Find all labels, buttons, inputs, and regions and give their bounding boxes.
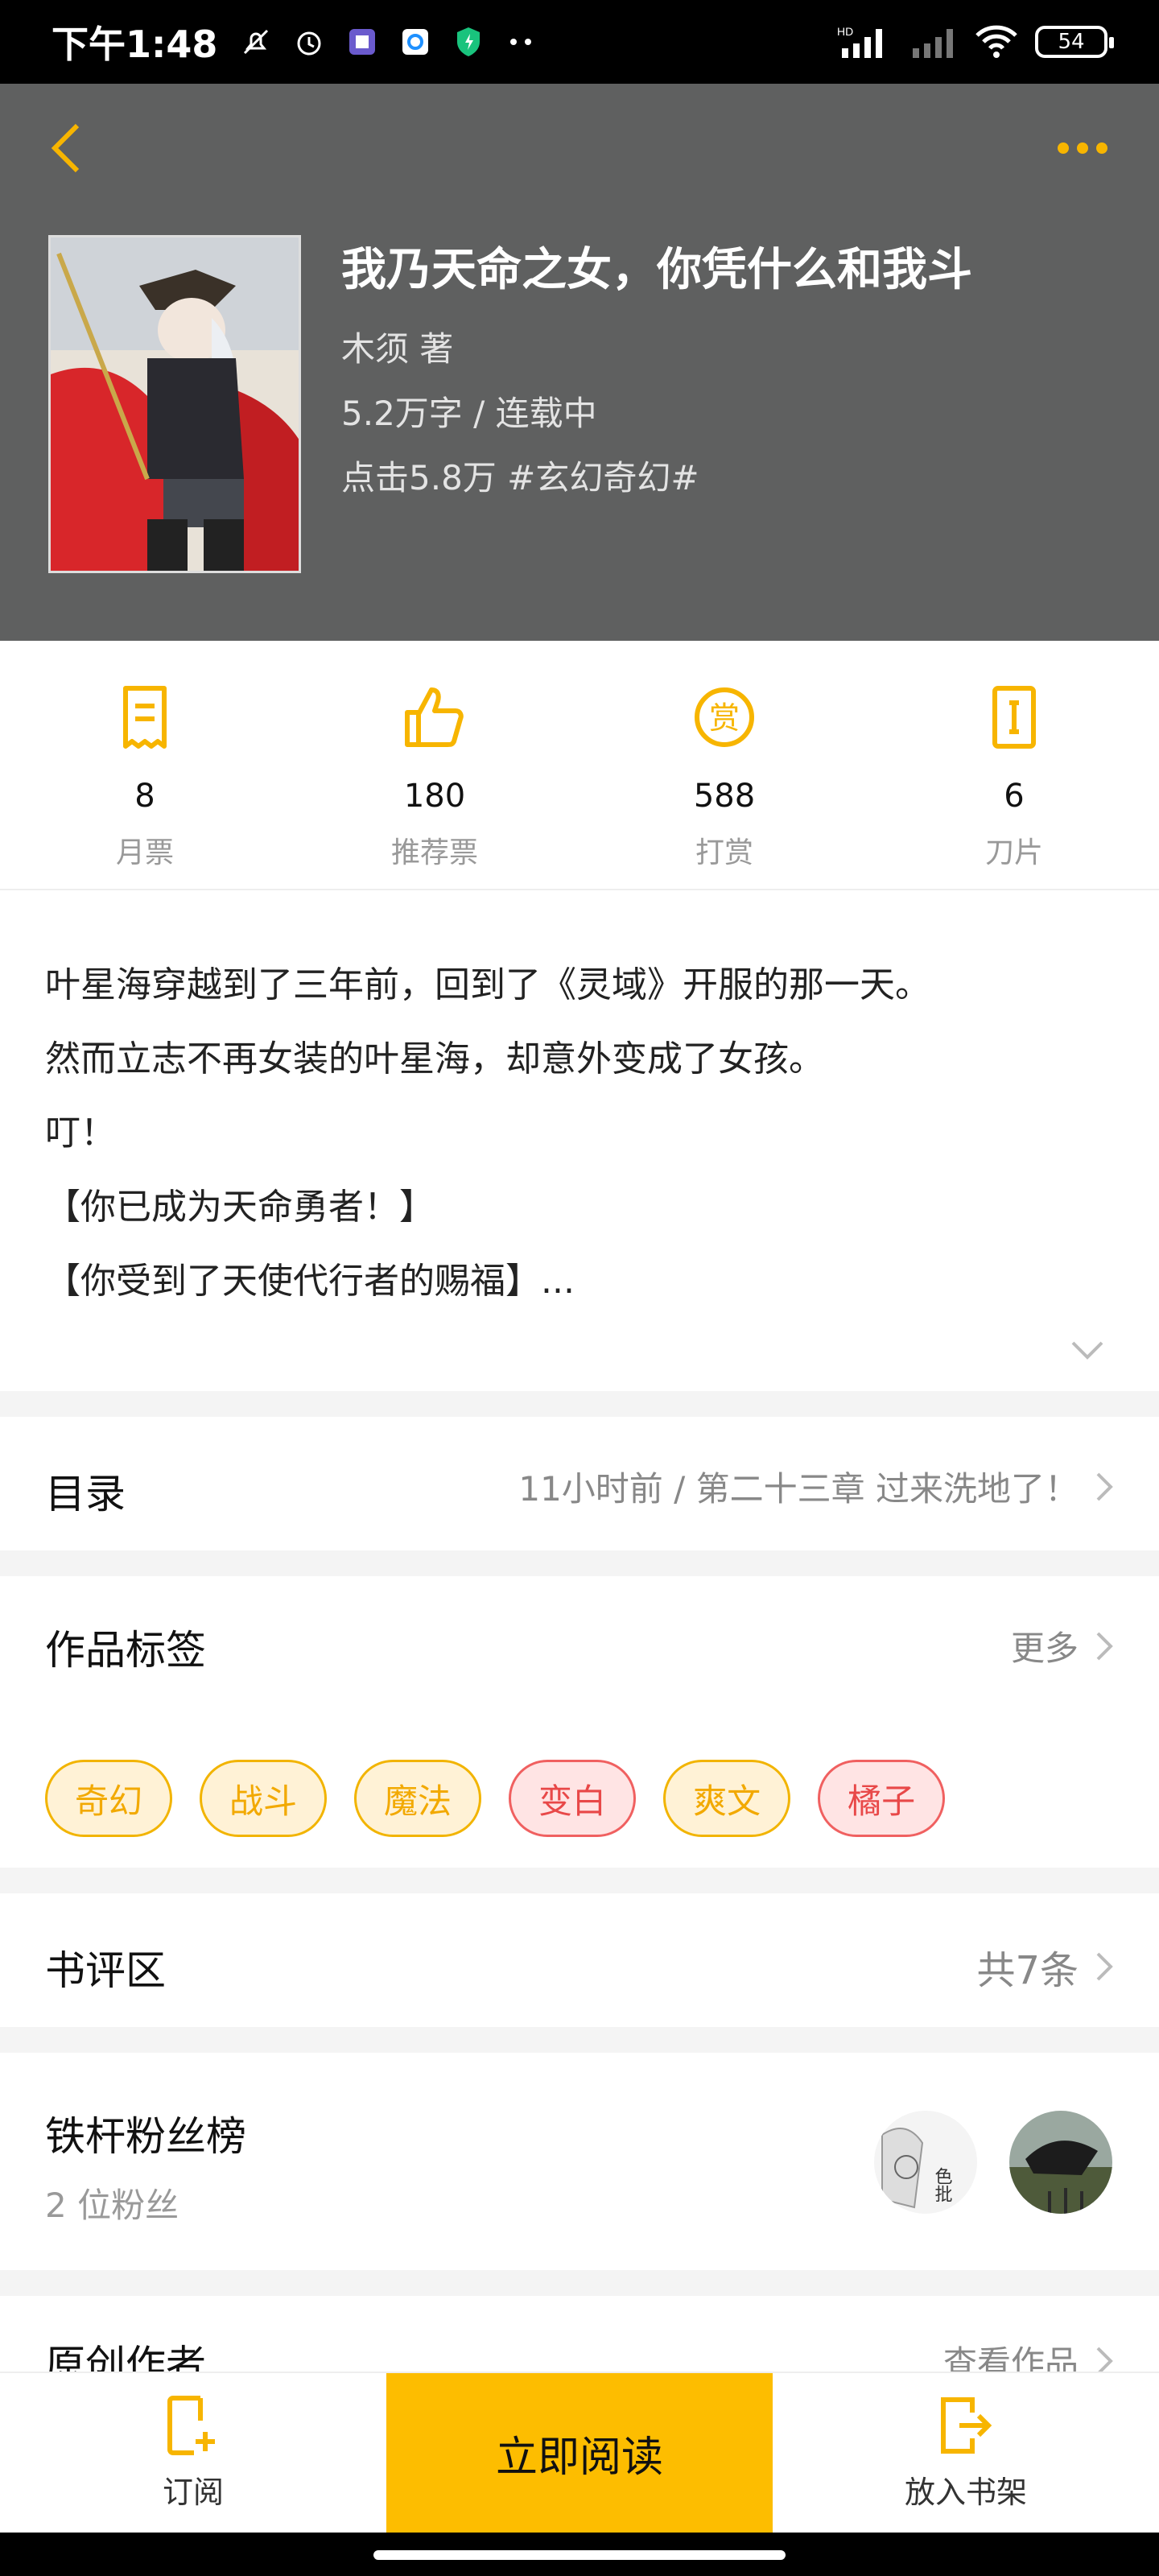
tag-chip[interactable]: 奇幻 — [45, 1760, 173, 1837]
synopsis-line: 【你已成为天命勇者！】 — [45, 1187, 435, 1228]
back-button[interactable] — [42, 116, 90, 180]
expand-chevron-icon[interactable] — [1067, 1335, 1107, 1367]
blade-icon — [978, 681, 1050, 753]
stat-value: 588 — [693, 778, 756, 815]
app-notification-icon — [398, 24, 433, 60]
status-bar: 下午1:48 HD 54 — [0, 0, 1159, 84]
avatar[interactable]: 色批 — [874, 2111, 977, 2214]
synopsis-line: 【你受到了天使代行者的赐福】... — [45, 1261, 575, 1302]
tag-chip[interactable]: 魔法 — [354, 1760, 482, 1837]
stat-value: 8 — [134, 778, 155, 815]
more-dots-icon — [1058, 142, 1069, 154]
tags-title: 作品标签 — [45, 1627, 206, 1674]
fans-count: 2 位粉丝 — [45, 2186, 179, 2225]
review-section-row[interactable]: 书评区 共7条 — [0, 1893, 1159, 2027]
stat-monthly-ticket[interactable]: 8 月票 — [0, 641, 290, 889]
add-shelf-icon — [941, 2396, 992, 2454]
signal-icon: HD — [837, 24, 893, 60]
subscribe-button[interactable]: 订阅 — [0, 2373, 386, 2533]
toc-title: 目录 — [45, 1471, 126, 1517]
tags-section: 作品标签 更多 奇幻 战斗 魔法 变白 爽文 橘子 — [0, 1576, 1159, 1868]
review-title: 书评区 — [45, 1947, 166, 1994]
book-header: 我乃天命之女，你凭什么和我斗 木须 著 5.2万字 / 连载中 点击5.8万 #… — [0, 84, 1159, 641]
stat-recommend-ticket[interactable]: 180 推荐票 — [290, 641, 580, 889]
tag-list: 奇幻 战斗 魔法 变白 爽文 橘子 — [45, 1760, 946, 1837]
latest-chapter: 11小时前 / 第二十三章 过来洗地了！ — [518, 1469, 1079, 1509]
svg-text:HD: HD — [837, 25, 853, 38]
tags-more-link[interactable]: 更多 — [1011, 1621, 1114, 1670]
read-now-button[interactable]: 立即阅读 — [386, 2373, 773, 2533]
fans-ranking-row[interactable]: 铁杆粉丝榜 2 位粉丝 色批 — [0, 2053, 1159, 2270]
synopsis-line: 叮！ — [45, 1113, 116, 1154]
battery-indicator: 54 — [1035, 26, 1114, 58]
fans-title: 铁杆粉丝榜 — [45, 2113, 246, 2160]
reward-icon: 赏 — [688, 681, 761, 753]
chevron-right-icon — [1095, 1951, 1114, 1983]
system-nav-bar — [0, 2533, 1159, 2576]
signal-weak-icon — [909, 24, 958, 60]
review-count: 共7条 — [976, 1948, 1079, 1993]
avatar[interactable] — [1009, 2111, 1112, 2214]
alarm-icon — [291, 24, 327, 60]
book-title: 我乃天命之女，你凭什么和我斗 — [341, 244, 972, 296]
book-word-count: 5.2万字 / 连载中 — [341, 394, 597, 433]
thumbs-up-icon — [398, 681, 471, 753]
book-cover[interactable] — [48, 235, 301, 573]
app-notification-icon — [344, 24, 380, 60]
book-author[interactable]: 木须 著 — [341, 322, 453, 371]
subscribe-label: 订阅 — [162, 2474, 224, 2510]
stat-value: 180 — [403, 778, 466, 815]
stat-reward[interactable]: 赏 588 打赏 — [580, 641, 869, 889]
tag-chip[interactable]: 变白 — [509, 1760, 637, 1837]
stats-bar: 8 月票 180 推荐票 赏 588 打赏 6 刀片 — [0, 641, 1159, 890]
shield-icon — [451, 24, 486, 60]
tag-chip[interactable]: 橘子 — [818, 1760, 946, 1837]
svg-text:赏: 赏 — [709, 700, 740, 736]
tag-chip[interactable]: 爽文 — [663, 1760, 791, 1837]
more-options-button[interactable] — [1046, 124, 1119, 172]
ticket-icon — [109, 681, 181, 753]
synopsis-line: 然而立志不再女装的叶星海，却意外变成了女孩。 — [45, 1038, 824, 1080]
synopsis-line: 叶星海穿越到了三年前，回到了《灵域》开服的那一天。 — [45, 964, 930, 1005]
stat-value: 6 — [1004, 778, 1025, 815]
more-label: 更多 — [1010, 1629, 1079, 1668]
overflow-dots-icon — [504, 24, 539, 60]
subscribe-icon — [167, 2395, 215, 2455]
stat-label: 刀片 — [984, 836, 1043, 869]
synopsis[interactable]: 叶星海穿越到了三年前，回到了《灵域》开服的那一天。 然而立志不再女装的叶星海，却… — [0, 890, 1159, 1391]
add-shelf-label: 放入书架 — [904, 2474, 1027, 2510]
stat-label: 月票 — [115, 836, 174, 869]
table-of-contents-row[interactable]: 目录 11小时前 / 第二十三章 过来洗地了！ — [0, 1417, 1159, 1550]
mute-icon — [238, 24, 274, 60]
bottom-action-bar: 订阅 立即阅读 放入书架 — [0, 2372, 1159, 2533]
chevron-right-icon — [1095, 1630, 1114, 1662]
wifi-icon — [974, 24, 1019, 60]
avatar-text: 色批 — [932, 2167, 953, 2202]
stat-label: 推荐票 — [390, 836, 478, 869]
add-to-shelf-button[interactable]: 放入书架 — [773, 2373, 1159, 2533]
chevron-right-icon — [1095, 1471, 1114, 1503]
book-meta: 点击5.8万 #玄幻奇幻# — [341, 458, 699, 497]
tag-chip[interactable]: 战斗 — [200, 1760, 328, 1837]
stat-label: 打赏 — [695, 836, 753, 869]
home-gesture-handle[interactable] — [373, 2550, 786, 2560]
stat-blade[interactable]: 6 刀片 — [869, 641, 1159, 889]
chevron-left-icon — [51, 123, 80, 173]
status-time: 下午1:48 — [52, 23, 218, 66]
